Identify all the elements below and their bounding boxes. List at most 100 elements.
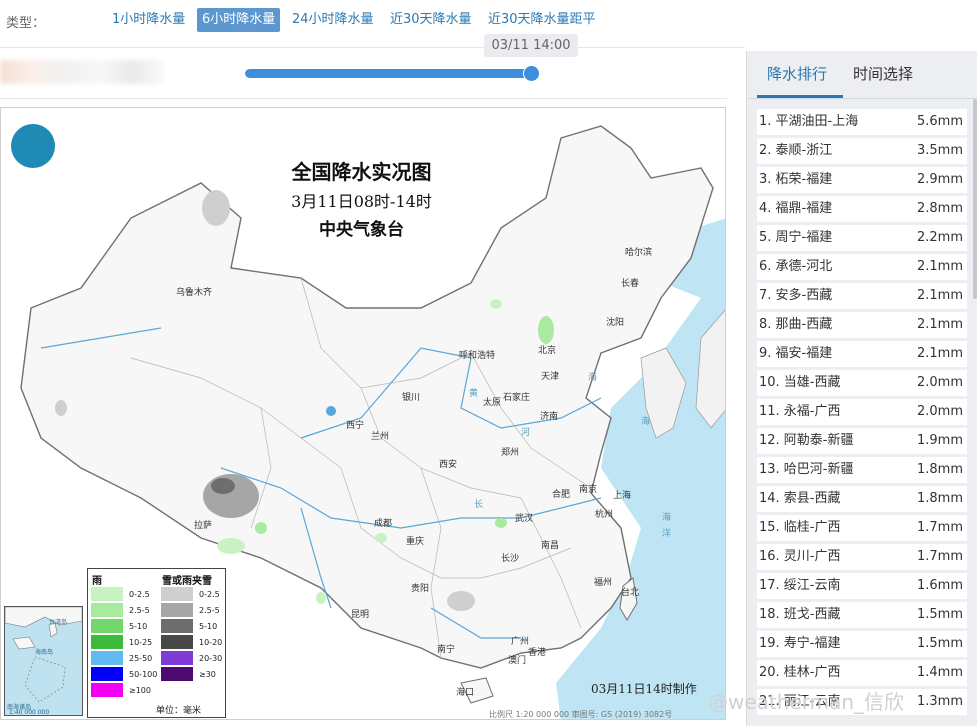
city-label: 南京 xyxy=(579,485,598,495)
ranking-station: 2. 泰顺-浙江 xyxy=(759,143,833,158)
city-label: 海口 xyxy=(456,688,475,698)
legend-range: 50-100 xyxy=(129,670,158,679)
legend-swatch xyxy=(91,667,123,681)
ranking-row[interactable]: 5. 周宁-福建 2.2mm xyxy=(757,225,967,251)
river-label: 河 xyxy=(521,428,531,438)
ranking-row[interactable]: 11. 永福-广西 2.0mm xyxy=(757,399,967,425)
ranking-station: 4. 福鼎-福建 xyxy=(759,201,833,216)
slider-divider xyxy=(0,98,727,99)
ranking-row[interactable]: 7. 安多-西藏 2.1mm xyxy=(757,283,967,309)
city-label: 拉萨 xyxy=(194,521,213,531)
city-label: 北京 xyxy=(538,346,557,356)
ranking-row[interactable]: 19. 寿宁-福建 1.5mm xyxy=(757,631,967,657)
city-label: 天津 xyxy=(541,372,560,382)
watermark: @weatherman_信欣 xyxy=(708,690,905,714)
ranking-value: 2.9mm xyxy=(916,172,963,187)
ranking-row[interactable]: 6. 承德-河北 2.1mm xyxy=(757,254,967,280)
produced-time: 03月11日14时制作 xyxy=(591,682,697,696)
ranking-station: 5. 周宁-福建 xyxy=(759,230,833,245)
ranking-value: 1.3mm xyxy=(916,694,963,709)
city-label: 石家庄 xyxy=(503,393,531,403)
ranking-row[interactable]: 16. 灵川-广西 1.7mm xyxy=(757,544,967,570)
inset-scale: 1:40 000 000 xyxy=(9,709,50,716)
ranking-station: 1. 平湖油田-上海 xyxy=(759,114,859,129)
time-slider-handle[interactable] xyxy=(523,65,540,82)
ranking-row[interactable]: 13. 哈巴河-新疆 1.8mm xyxy=(757,457,967,483)
legend-rain-title: 雨 xyxy=(92,576,102,587)
precipitation-map: 全国降水实况图 3月11日08时-14时 中央气象台 乌鲁木齐 哈尔滨 长春 沈… xyxy=(0,107,726,720)
inset-map xyxy=(5,607,82,703)
legend-range: 2.5-5 xyxy=(129,606,150,615)
ranking-row[interactable]: 1. 平湖油田-上海 5.6mm xyxy=(757,109,967,135)
panel-scrollbar[interactable] xyxy=(973,99,977,299)
river-label: 黄 xyxy=(469,389,479,399)
ranking-row[interactable]: 18. 班戈-西藏 1.5mm xyxy=(757,602,967,628)
map-issuer: 中央气象台 xyxy=(319,220,404,240)
legend-swatch xyxy=(161,667,193,681)
tab-30d-precip[interactable]: 近30天降水量 xyxy=(385,8,477,32)
ranking-row[interactable]: 3. 柘荣-福建 2.9mm xyxy=(757,167,967,193)
ranking-row[interactable]: 2. 泰顺-浙江 3.5mm xyxy=(757,138,967,164)
city-label: 香港 xyxy=(528,648,547,658)
legend-swatch xyxy=(161,603,193,617)
city-label: 兰州 xyxy=(371,432,390,442)
ranking-value: 1.6mm xyxy=(916,578,963,593)
city-label: 南昌 xyxy=(541,541,560,551)
ranking-row[interactable]: 17. 绥江-云南 1.6mm xyxy=(757,573,967,599)
ranking-station: 15. 临桂-广西 xyxy=(759,520,841,535)
ranking-panel: 降水排行 时间选择 1. 平湖油田-上海 5.6mm 2. 泰顺-浙江 3.5mm 3.… xyxy=(746,51,977,726)
city-label: 广州 xyxy=(511,637,530,647)
tab-precip-ranking[interactable]: 降水排行 xyxy=(767,63,827,84)
tab-24h-precip[interactable]: 24小时降水量 xyxy=(287,8,379,32)
map-title: 全国降水实况图 xyxy=(291,160,432,184)
ranking-row[interactable]: 20. 桂林-广西 1.4mm xyxy=(757,660,967,686)
legend-range: 5-10 xyxy=(199,622,218,631)
legend-swatch xyxy=(91,651,123,665)
time-slider-track[interactable] xyxy=(245,69,533,78)
ranking-row[interactable]: 8. 那曲-西藏 2.1mm xyxy=(757,312,967,338)
sea-label: 洋 xyxy=(662,529,672,539)
city-label: 上海 xyxy=(613,491,632,501)
city-label: 长沙 xyxy=(501,554,520,564)
ranking-value: 2.1mm xyxy=(916,259,963,274)
ranking-row[interactable]: 10. 当雄-西藏 2.0mm xyxy=(757,370,967,396)
sea-label: 海 xyxy=(641,417,651,427)
scale-note: 比例尺 1:20 000 000 审图号: GS (2019) 3082号 xyxy=(489,710,673,719)
ranking-value: 1.8mm xyxy=(916,462,963,477)
legend-range: 25-50 xyxy=(129,654,153,663)
inset-label: 台湾岛 xyxy=(49,619,68,626)
panel-tab-divider xyxy=(747,98,977,99)
ranking-station: 8. 那曲-西藏 xyxy=(759,317,833,332)
city-label: 济南 xyxy=(540,412,559,422)
time-tooltip: 03/11 14:00 xyxy=(484,34,578,57)
city-label: 合肥 xyxy=(552,490,571,500)
ranking-value: 2.8mm xyxy=(916,201,963,216)
legend-range: ≥30 xyxy=(199,670,216,679)
city-label: 太原 xyxy=(483,398,502,408)
south-china-sea-inset: 南海诸岛 台湾岛 海南岛 1:40 000 000 xyxy=(4,606,83,716)
legend-swatch xyxy=(91,635,123,649)
city-label: 澳门 xyxy=(508,656,527,666)
legend-swatch xyxy=(161,619,193,633)
tab-time-select[interactable]: 时间选择 xyxy=(853,63,913,84)
ranking-value: 1.9mm xyxy=(916,433,963,448)
ranking-value: 1.4mm xyxy=(916,665,963,680)
tab-1h-precip[interactable]: 1小时降水量 xyxy=(107,8,190,32)
sea-label: 海 xyxy=(588,373,598,383)
inset-label: 海南岛 xyxy=(35,649,54,656)
time-slider-fill xyxy=(245,69,533,78)
type-label: 类型： xyxy=(6,16,46,31)
ranking-station: 13. 哈巴河-新疆 xyxy=(759,462,854,477)
legend-swatch xyxy=(91,603,123,617)
ranking-station: 12. 阿勒泰-新疆 xyxy=(759,433,854,448)
ranking-row[interactable]: 12. 阿勒泰-新疆 1.9mm xyxy=(757,428,967,454)
ranking-row[interactable]: 14. 索县-西藏 1.8mm xyxy=(757,486,967,512)
tab-30d-anomaly[interactable]: 近30天降水量距平 xyxy=(483,8,601,32)
ranking-row[interactable]: 4. 福鼎-福建 2.8mm xyxy=(757,196,967,222)
ranking-value: 1.5mm xyxy=(916,607,963,622)
tab-6h-precip[interactable]: 6小时降水量 xyxy=(197,8,281,32)
legend-swatch xyxy=(161,651,193,665)
ranking-row[interactable]: 15. 临桂-广西 1.7mm xyxy=(757,515,967,541)
ranking-row[interactable]: 9. 福安-福建 2.1mm xyxy=(757,341,967,367)
legend-unit: 单位：毫米 xyxy=(156,706,202,716)
